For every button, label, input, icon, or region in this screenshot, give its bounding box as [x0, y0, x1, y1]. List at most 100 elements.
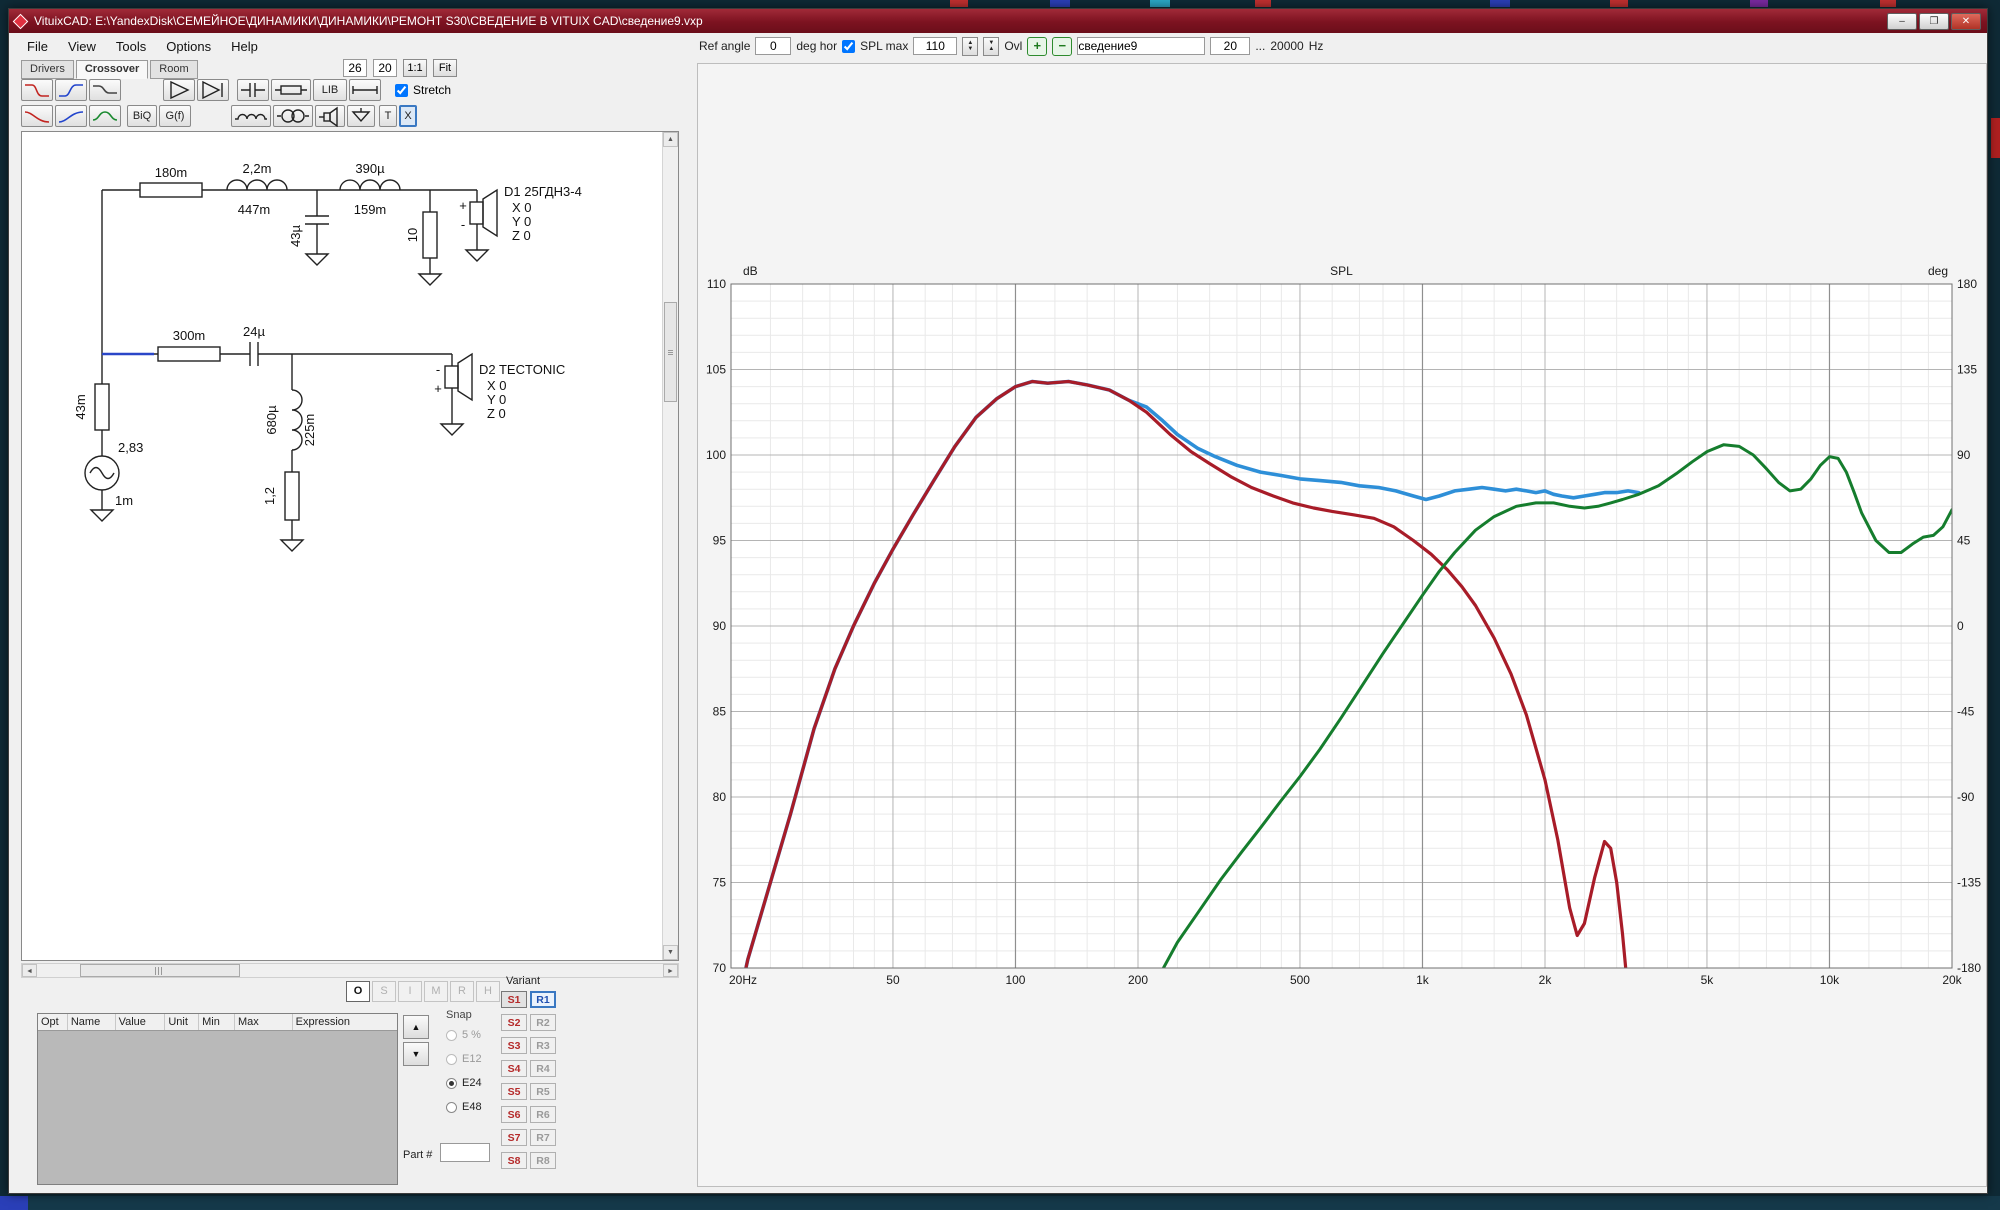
- grid-x-input[interactable]: [343, 59, 367, 77]
- variant-r5-button[interactable]: R5: [530, 1083, 556, 1100]
- radio-icon[interactable]: [446, 1054, 457, 1065]
- inductor-390u[interactable]: 390µ 159m: [340, 161, 400, 217]
- menu-options[interactable]: Options: [156, 35, 221, 58]
- variant-s7-button[interactable]: S7: [501, 1129, 527, 1146]
- zoom-one-to-one-button[interactable]: 1:1: [403, 59, 427, 77]
- radio-checked-icon[interactable]: [446, 1078, 457, 1089]
- resistor-180m[interactable]: 180m: [140, 165, 202, 197]
- inductor-button[interactable]: [231, 105, 271, 127]
- column-unit[interactable]: Unit: [165, 1014, 199, 1030]
- mode-h-button[interactable]: H: [476, 981, 500, 1002]
- scroll-left-icon[interactable]: ◄: [22, 964, 37, 977]
- schematic-vertical-scrollbar[interactable]: ▲ ▼: [662, 132, 678, 960]
- spl-max-input[interactable]: [913, 37, 957, 55]
- voltage-source[interactable]: 2,83 1m: [85, 440, 143, 521]
- capacitor-button[interactable]: [237, 79, 269, 101]
- text-tool-button[interactable]: T: [379, 105, 397, 127]
- spl-max-spinner[interactable]: ▲ ▼: [962, 37, 978, 56]
- snap-option-e24[interactable]: E24: [446, 1077, 482, 1089]
- column-max[interactable]: Max: [235, 1014, 293, 1030]
- allpass-filter-button[interactable]: [89, 105, 121, 127]
- fit-scale-button[interactable]: ▼ ▲: [983, 37, 999, 56]
- resistor-10[interactable]: 10: [405, 190, 441, 285]
- column-expression[interactable]: Expression: [293, 1014, 397, 1030]
- inverting-amp-button[interactable]: [197, 79, 229, 101]
- resistor-43m[interactable]: 43m: [73, 384, 109, 430]
- variant-s2-button[interactable]: S2: [501, 1014, 527, 1031]
- move-up-button[interactable]: ▲: [403, 1015, 429, 1039]
- mode-i-button[interactable]: I: [398, 981, 422, 1002]
- snap-option-e48[interactable]: E48: [446, 1101, 482, 1113]
- overlay-name-input[interactable]: [1077, 37, 1205, 55]
- delete-tool-button[interactable]: X: [399, 105, 417, 127]
- overlay-remove-button[interactable]: −: [1052, 37, 1072, 56]
- column-min[interactable]: Min: [199, 1014, 235, 1030]
- shelf-filter-button[interactable]: [89, 79, 121, 101]
- menu-file[interactable]: File: [17, 35, 58, 58]
- snap-option-e12[interactable]: E12: [446, 1053, 482, 1065]
- scroll-up-icon[interactable]: ▲: [663, 132, 678, 147]
- scroll-down-icon[interactable]: ▼: [663, 945, 678, 960]
- radio-icon[interactable]: [446, 1102, 457, 1113]
- variant-s5-button[interactable]: S5: [501, 1083, 527, 1100]
- variant-s6-button[interactable]: S6: [501, 1106, 527, 1123]
- stretch-checkbox[interactable]: [395, 84, 408, 97]
- scroll-right-icon[interactable]: ►: [663, 964, 678, 977]
- transfer-function-button[interactable]: G(f): [159, 105, 191, 127]
- menu-view[interactable]: View: [58, 35, 106, 58]
- inductor-2m2[interactable]: 2,2m 447m: [227, 161, 287, 217]
- minimize-button[interactable]: –: [1887, 13, 1917, 30]
- mode-o-button[interactable]: O: [346, 981, 370, 1002]
- menu-tools[interactable]: Tools: [106, 35, 156, 58]
- variant-s8-button[interactable]: S8: [501, 1152, 527, 1169]
- resistor-300m[interactable]: 300m: [158, 328, 220, 361]
- variant-r7-button[interactable]: R7: [530, 1129, 556, 1146]
- capacitor-43u[interactable]: 43µ: [288, 190, 329, 265]
- horizontal-scroll-thumb[interactable]: [80, 964, 240, 977]
- variant-s4-button[interactable]: S4: [501, 1060, 527, 1077]
- schematic-horizontal-scrollbar[interactable]: ◄ ►: [21, 963, 679, 978]
- variant-r8-button[interactable]: R8: [530, 1152, 556, 1169]
- column-opt[interactable]: Opt: [38, 1014, 68, 1030]
- tab-drivers[interactable]: Drivers: [21, 60, 74, 79]
- grid-y-input[interactable]: [373, 59, 397, 77]
- transformer-button[interactable]: [273, 105, 313, 127]
- lowpass-slope-button[interactable]: [21, 105, 53, 127]
- resistor-button[interactable]: [271, 79, 311, 101]
- column-value[interactable]: Value: [116, 1014, 166, 1030]
- buffer-amp-button[interactable]: [163, 79, 195, 101]
- library-button[interactable]: LIB: [313, 79, 347, 101]
- highpass-filter-button[interactable]: [55, 79, 87, 101]
- ref-angle-input[interactable]: [755, 37, 791, 55]
- variant-s1-button[interactable]: S1: [501, 991, 527, 1008]
- highpass-slope-button[interactable]: [55, 105, 87, 127]
- inductor-680u[interactable]: 680µ 225m: [264, 354, 317, 450]
- driver-d1[interactable]: + - D1 25ГДН3-4 X 0 Y 0 Z 0: [459, 184, 582, 261]
- capacitor-24u[interactable]: 24µ: [243, 324, 265, 366]
- lowpass-filter-button[interactable]: [21, 79, 53, 101]
- mode-s-button[interactable]: S: [372, 981, 396, 1002]
- freq-min-input[interactable]: [1210, 37, 1250, 55]
- part-number-input[interactable]: [440, 1143, 490, 1162]
- ground-button[interactable]: [347, 105, 375, 127]
- speaker-button[interactable]: [315, 105, 345, 127]
- maximize-button[interactable]: ❐: [1919, 13, 1949, 30]
- spl-max-checkbox[interactable]: [842, 40, 855, 53]
- variant-r1-button[interactable]: R1: [530, 991, 556, 1008]
- mode-r-button[interactable]: R: [450, 981, 474, 1002]
- overlay-add-button[interactable]: +: [1027, 37, 1047, 56]
- variant-r4-button[interactable]: R4: [530, 1060, 556, 1077]
- wire-button[interactable]: [349, 79, 381, 101]
- radio-icon[interactable]: [446, 1030, 457, 1041]
- close-button[interactable]: ✕: [1951, 13, 1981, 30]
- move-down-button[interactable]: ▼: [403, 1042, 429, 1066]
- variant-r2-button[interactable]: R2: [530, 1014, 556, 1031]
- snap-option-5pct[interactable]: 5 %: [446, 1029, 481, 1041]
- menu-help[interactable]: Help: [221, 35, 268, 58]
- biquad-button[interactable]: BiQ: [127, 105, 157, 127]
- mode-m-button[interactable]: M: [424, 981, 448, 1002]
- vertical-scroll-thumb[interactable]: [664, 302, 677, 402]
- variant-r3-button[interactable]: R3: [530, 1037, 556, 1054]
- variant-r6-button[interactable]: R6: [530, 1106, 556, 1123]
- tab-crossover[interactable]: Crossover: [76, 60, 148, 79]
